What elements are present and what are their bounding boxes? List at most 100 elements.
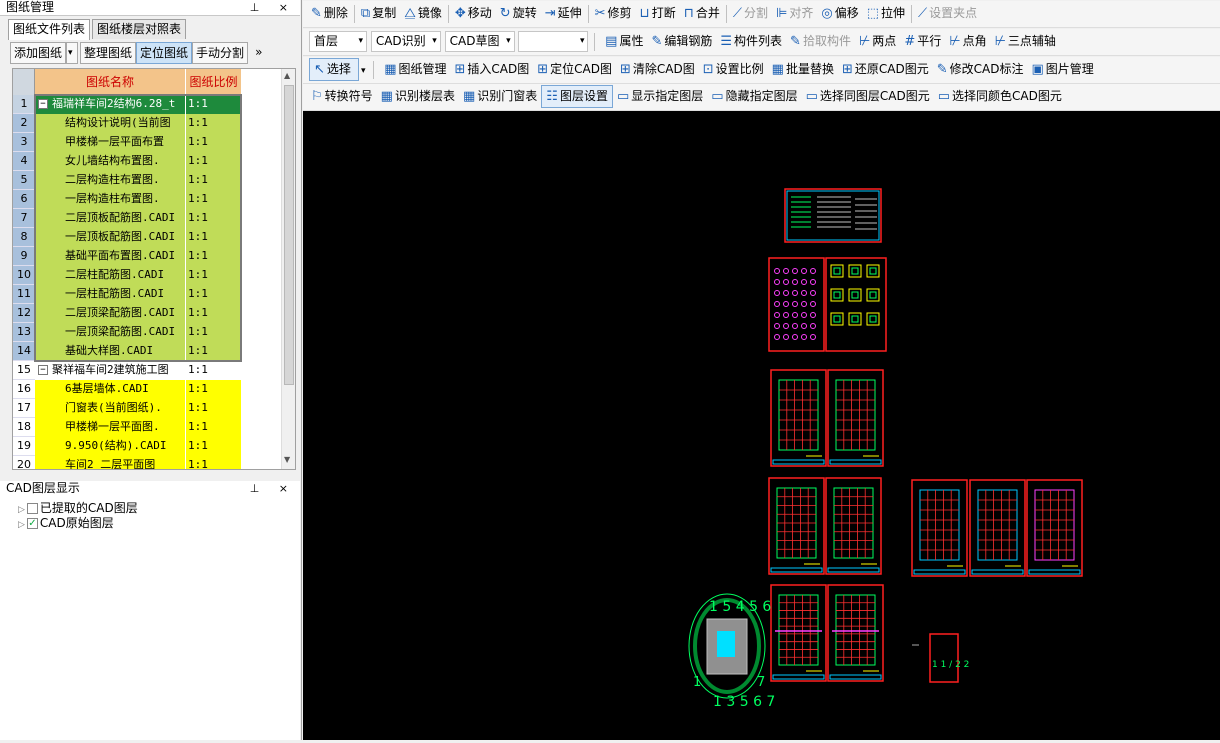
drawing-scale-cell[interactable]: 1:1 xyxy=(185,247,241,266)
table-row[interactable]: 7 二层顶板配筋图.CADI 1:1 xyxy=(13,209,243,228)
locate-drawing-button[interactable]: 定位图纸 xyxy=(136,42,193,64)
column-header-scale[interactable]: 图纸比例 xyxy=(185,69,241,95)
toolbar-button[interactable]: ⊔ 打断 xyxy=(636,1,680,26)
drawing-name-cell[interactable]: 一层构造柱布置图. xyxy=(35,190,185,209)
checkbox-extracted[interactable] xyxy=(26,503,38,514)
toolbar-button[interactable]: ⟋ 设置夹点 xyxy=(914,1,981,26)
table-row[interactable]: 19 9.950(结构).CADI 1:1 xyxy=(13,437,243,456)
toolbar-button[interactable]: ⊞ 清除CAD图 xyxy=(616,57,699,82)
checkbox-original[interactable]: ✓ xyxy=(26,518,38,529)
select-button[interactable]: ↖ 选择 xyxy=(309,58,359,81)
table-row[interactable]: 4 女儿墙结构布置图. 1:1 xyxy=(13,152,243,171)
toolbar-button[interactable]: ▦ 识别门窗表 xyxy=(459,84,541,109)
drawing-scale-cell[interactable]: 1:1 xyxy=(185,266,241,285)
drawing-scale-cell[interactable]: 1:1 xyxy=(185,323,241,342)
drawing-name-cell[interactable]: 二层顶板配筋图.CADI xyxy=(35,209,185,228)
toolbar-button[interactable]: ⊡ 设置比例 xyxy=(699,57,768,82)
toolbar-button[interactable]: ⊞ 还原CAD图元 xyxy=(838,57,933,82)
drawing-scale-cell[interactable]: 1:1 xyxy=(185,304,241,323)
drawing-name-cell[interactable]: 基础大样图.CADI xyxy=(35,342,185,361)
table-row[interactable]: 12 二层顶梁配筋图.CADI 1:1 xyxy=(13,304,243,323)
toolbar-button[interactable]: ⊬ 两点 xyxy=(855,29,900,54)
drawing-scale-cell[interactable]: 1:1 xyxy=(185,228,241,247)
toolbar-button[interactable]: ⊬ 点角 xyxy=(945,29,990,54)
drawing-scale-cell[interactable]: 1:1 xyxy=(185,190,241,209)
cad-drawing-canvas[interactable]: 1 5 4 5 6 1 3 5 6 7 1 7 1 1 / 2 2 xyxy=(303,111,1220,740)
drawing-name-cell[interactable]: 二层顶梁配筋图.CADI xyxy=(35,304,185,323)
toolbar-button[interactable]: ✥ 移动 xyxy=(451,1,496,26)
drawing-scale-cell[interactable]: 1:1 xyxy=(185,114,241,133)
drawing-scale-cell[interactable]: 1:1 xyxy=(185,209,241,228)
table-row[interactable]: 3 甲楼梯一层平面布置 1:1 xyxy=(13,133,243,152)
drawing-name-cell[interactable]: 一层顶板配筋图.CADI xyxy=(35,228,185,247)
toolbar-button[interactable]: ✎ 删除 xyxy=(307,1,352,26)
sketch-mode-select[interactable]: CAD草图 ▾ xyxy=(444,31,515,52)
toolbar-button[interactable]: ↻ 旋转 xyxy=(496,1,541,26)
table-row[interactable]: 18 甲楼梯一层平面图. 1:1 xyxy=(13,418,243,437)
drawing-name-cell[interactable]: 二层构造柱布置图. xyxy=(35,171,185,190)
toolbar-button[interactable]: ✎ 拾取构件 xyxy=(786,29,855,54)
select-dropdown[interactable]: ▾ xyxy=(359,59,368,83)
drawing-scale-cell[interactable]: 1:1 xyxy=(185,437,241,456)
floor-select[interactable]: 首层 ▾ xyxy=(309,31,367,52)
toolbar-button[interactable]: ▦ 识别楼层表 xyxy=(377,84,459,109)
drawing-scale-cell[interactable]: 1:1 xyxy=(185,95,241,114)
toolbar-button[interactable]: ⊓ 合并 xyxy=(680,1,724,26)
panel-pin-close-buttons[interactable]: ⊥ × xyxy=(250,0,296,15)
drawing-scale-cell[interactable]: 1:1 xyxy=(185,285,241,304)
toolbar-button[interactable]: ☷ 图层设置 xyxy=(541,85,613,108)
toolbar-button[interactable]: ▦ 批量替换 xyxy=(768,57,838,82)
table-row[interactable]: 1− 福瑞祥车间2结构6.28_t 1:1 xyxy=(13,95,243,114)
drawing-name-cell[interactable]: 门窗表(当前图纸). xyxy=(35,399,185,418)
toolbar-button[interactable]: ⚐ 转换符号 xyxy=(307,84,377,109)
drawing-scale-cell[interactable]: 1:1 xyxy=(185,171,241,190)
toolbar-button[interactable]: ✂ 修剪 xyxy=(591,1,636,26)
drawing-name-cell[interactable]: − 福瑞祥车间2结构6.28_t xyxy=(35,95,185,114)
drawing-scale-cell[interactable]: 1:1 xyxy=(185,342,241,361)
organize-drawing-button[interactable]: 整理图纸 xyxy=(80,42,137,64)
toolbar-button[interactable]: ⊞ 插入CAD图 xyxy=(451,57,534,82)
drawing-name-cell[interactable]: 甲楼梯一层平面图. xyxy=(35,418,185,437)
toolbar-button[interactable]: ▣ 图片管理 xyxy=(1027,57,1097,82)
toolbar-button[interactable]: ▦ 图纸管理 xyxy=(380,57,450,82)
tab-drawing-floor-map[interactable]: 图纸楼层对照表 xyxy=(92,19,187,39)
drawing-name-cell[interactable]: 甲楼梯一层平面布置 xyxy=(35,133,185,152)
table-row[interactable]: 9 基础平面布置图.CADI 1:1 xyxy=(13,247,243,266)
collapse-icon[interactable]: − xyxy=(38,365,48,375)
toolbar-button[interactable]: ▭ 显示指定图层 xyxy=(613,84,707,109)
drawing-name-cell[interactable]: 一层柱配筋图.CADI xyxy=(35,285,185,304)
drawing-scale-cell[interactable]: 1:1 xyxy=(185,456,241,469)
table-scrollbar[interactable]: ▲ ▼ xyxy=(281,69,295,469)
toolbar-button[interactable]: ▭ 选择同颜色CAD图元 xyxy=(934,84,1066,109)
expand-arrow-icon[interactable]: ▷ xyxy=(18,520,25,530)
table-row[interactable]: 13 一层顶梁配筋图.CADI 1:1 xyxy=(13,323,243,342)
toolbar-button[interactable]: ☰ 构件列表 xyxy=(716,29,786,54)
table-row[interactable]: 11 一层柱配筋图.CADI 1:1 xyxy=(13,285,243,304)
scrollbar-thumb[interactable] xyxy=(284,85,294,385)
drawing-scale-cell[interactable]: 1:1 xyxy=(185,380,241,399)
toolbar-button[interactable]: ⧉ 复制 xyxy=(357,1,400,26)
drawing-name-cell[interactable]: 车间2 二层平面图 xyxy=(35,456,185,469)
drawing-name-cell[interactable]: 6基层墙体.CADI xyxy=(35,380,185,399)
add-drawing-button[interactable]: 添加图纸 xyxy=(10,42,67,64)
table-row[interactable]: 14 基础大样图.CADI 1:1 xyxy=(13,342,243,361)
toolbar-button[interactable]: ✎ 修改CAD标注 xyxy=(933,57,1028,82)
more-buttons[interactable]: » xyxy=(252,42,265,64)
layer-panel-pin-close-buttons[interactable]: ⊥ × xyxy=(250,481,296,496)
component-select[interactable]: ▾ xyxy=(518,31,589,52)
manual-split-button[interactable]: 手动分割 xyxy=(192,42,249,64)
drawing-name-cell[interactable]: 一层顶梁配筋图.CADI xyxy=(35,323,185,342)
table-row[interactable]: 10 二层柱配筋图.CADI 1:1 xyxy=(13,266,243,285)
toolbar-button[interactable]: # 平行 xyxy=(900,29,945,54)
toolbar-button[interactable]: ⟋ 分割 xyxy=(729,1,772,26)
drawing-name-cell[interactable]: − 聚祥福车间2建筑施工图 xyxy=(35,361,185,380)
table-row[interactable]: 20 车间2 二层平面图 1:1 xyxy=(13,456,243,469)
tab-drawing-file-list[interactable]: 图纸文件列表 xyxy=(8,19,91,40)
toolbar-button[interactable]: ✎ 编辑钢筋 xyxy=(647,29,716,54)
toolbar-button[interactable]: ▤ 属性 xyxy=(601,29,647,54)
table-row[interactable]: 15− 聚祥福车间2建筑施工图 1:1 xyxy=(13,361,243,380)
toolbar-button[interactable]: ◎ 偏移 xyxy=(817,1,862,26)
drawing-name-cell[interactable]: 女儿墙结构布置图. xyxy=(35,152,185,171)
drawing-name-cell[interactable]: 9.950(结构).CADI xyxy=(35,437,185,456)
column-header-name[interactable]: 图纸名称 xyxy=(35,69,185,95)
